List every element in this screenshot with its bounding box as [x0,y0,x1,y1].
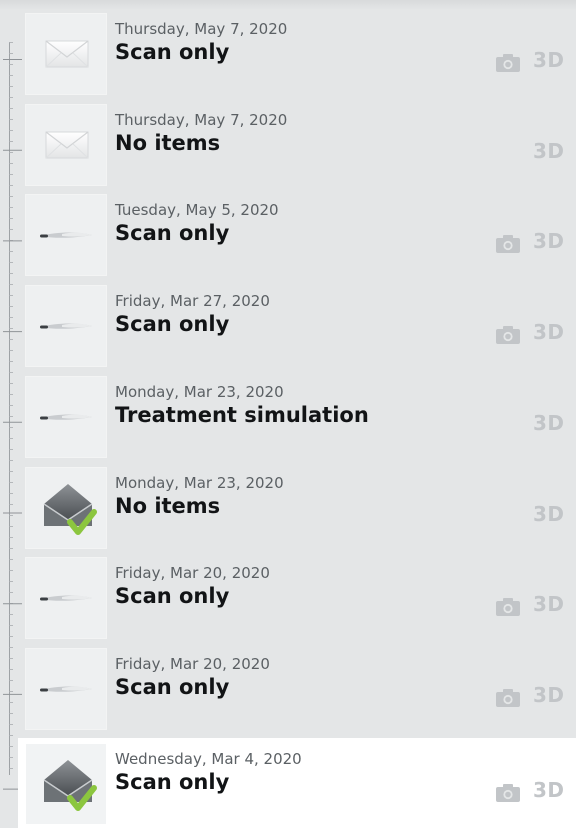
session-row[interactable]: Friday, Mar 20, 2020 Scan only 3D [0,552,576,642]
session-title: Treatment simulation [115,402,369,427]
session-date: Thursday, May 7, 2020 [115,20,288,38]
session-thumbnail[interactable] [26,467,106,548]
envelope-icon [45,40,89,68]
camera-icon [496,783,520,802]
session-date: Friday, Mar 27, 2020 [115,292,270,311]
session-title: Scan only [115,674,230,699]
session-title: Scan only [115,40,230,64]
scanner-wand-icon [40,686,92,692]
session-date: Monday, Mar 23, 2020 [115,382,284,401]
badge-3d[interactable]: 3D [533,139,565,163]
session-row[interactable]: Friday, Mar 27, 2020 Scan only 3D [0,280,576,370]
envelope-check-icon [43,483,97,535]
badge-3d[interactable]: 3D [533,778,565,802]
session-row[interactable]: Monday, Mar 23, 2020 Treatment simulation… [0,371,576,461]
badge-3d[interactable]: 3D [533,411,565,435]
camera-icon [496,54,520,72]
camera-icon [496,326,520,345]
scanner-wand-icon [40,232,92,239]
envelope-check-icon [43,759,97,811]
session-row[interactable]: Tuesday, May 5, 2020 Scan only 3D [0,189,576,279]
session-thumbnail[interactable] [26,558,106,639]
scanner-wand-icon [40,595,92,601]
session-list[interactable]: Thursday, May 7, 2020 Scan only 3D Thursday… [0,0,576,828]
session-title: Scan only [115,312,230,337]
session-title: No items [115,130,221,155]
session-thumbnail[interactable] [26,104,106,185]
session-thumbnail[interactable] [26,286,106,367]
badge-3d[interactable]: 3D [533,229,565,253]
envelope-icon [45,131,89,159]
session-row[interactable]: Monday, Mar 23, 2020 No items 3D [0,462,576,552]
session-title: Scan only [115,221,230,246]
session-thumbnail[interactable] [26,376,106,457]
badge-3d[interactable]: 3D [533,502,565,526]
badge-3d[interactable]: 3D [533,320,565,344]
session-row[interactable]: Wednesday, Mar 4, 2020 Scan only 3D [0,737,576,828]
session-title: Scan only [115,769,230,794]
session-thumbnail[interactable] [26,195,106,276]
session-date: Thursday, May 7, 2020 [115,110,288,129]
session-title: Scan only [115,584,230,609]
session-thumbnail[interactable] [26,14,106,94]
session-date: Friday, Mar 20, 2020 [115,564,270,583]
session-row[interactable]: Thursday, May 7, 2020 No items 3D [0,99,576,189]
camera-icon [496,688,520,707]
badge-3d[interactable]: 3D [533,683,565,707]
camera-icon [496,598,520,617]
session-date: Wednesday, Mar 4, 2020 [115,749,302,768]
session-date: Monday, Mar 23, 2020 [115,473,284,492]
scanner-wand-icon [40,414,92,420]
badge-3d[interactable]: 3D [533,48,565,72]
session-date: Friday, Mar 20, 2020 [115,654,270,673]
session-date: Tuesday, May 5, 2020 [115,201,279,220]
badge-3d[interactable]: 3D [533,592,565,616]
camera-icon [496,235,520,254]
session-thumbnail[interactable] [26,648,106,729]
session-row[interactable]: Friday, Mar 20, 2020 Scan only 3D [0,643,576,733]
session-title: No items [115,493,221,518]
session-row[interactable]: Thursday, May 7, 2020 Scan only 3D [0,8,576,98]
session-thumbnail[interactable] [26,743,106,824]
scanner-wand-icon [40,323,92,329]
